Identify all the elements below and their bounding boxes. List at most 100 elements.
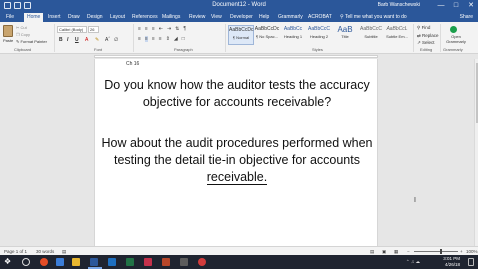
decrease-indent-icon[interactable]: ⇤ bbox=[159, 26, 163, 32]
group-divider bbox=[413, 24, 414, 52]
style-title[interactable]: AaB Title bbox=[332, 25, 358, 45]
style-name: Heading 2 bbox=[309, 34, 329, 39]
style-normal[interactable]: AaBbCcDc ¶ Normal bbox=[228, 25, 254, 45]
grow-font-icon[interactable]: Aˆ bbox=[105, 37, 110, 43]
tell-me-search[interactable]: ⚲ Tell me what you want to do bbox=[340, 13, 407, 22]
tab-view[interactable]: View bbox=[211, 13, 222, 22]
style-subtle-emphasis[interactable]: AaBbCcL Subtle Em... bbox=[384, 25, 410, 45]
tab-acrobat[interactable]: ACROBAT bbox=[308, 13, 332, 22]
clock[interactable]: 3:01 PM 4/26/18 bbox=[443, 256, 460, 267]
tab-design[interactable]: Design bbox=[87, 13, 103, 22]
copy-icon: ❐ bbox=[16, 32, 20, 37]
search-icon: ⚲ bbox=[417, 25, 421, 30]
style-name: Heading 1 bbox=[283, 34, 303, 39]
styles-group-label: Styles bbox=[312, 47, 323, 52]
highlight-icon[interactable]: ✎ bbox=[95, 37, 99, 43]
font-size-dropdown[interactable]: 26 bbox=[88, 26, 99, 33]
tab-draw[interactable]: Draw bbox=[68, 13, 80, 22]
paste-icon[interactable] bbox=[3, 25, 13, 37]
paste-button[interactable]: Paste bbox=[3, 38, 13, 43]
user-name[interactable]: Barb Wanschewski bbox=[378, 2, 420, 8]
italic-button[interactable]: I bbox=[67, 37, 68, 43]
zoom-in-button[interactable]: + bbox=[460, 249, 463, 254]
file-explorer-icon[interactable] bbox=[72, 258, 80, 266]
replace-button[interactable]: ⇄ Replace bbox=[417, 33, 439, 39]
bold-button[interactable]: B bbox=[59, 37, 63, 43]
style-sample: AaBbCcDc bbox=[254, 26, 280, 32]
cut-button[interactable]: ✂ Cut bbox=[16, 25, 27, 30]
style-subtitle[interactable]: AaBbCcC Subtitle bbox=[358, 25, 384, 45]
tab-references[interactable]: References bbox=[132, 13, 158, 22]
style-no-spacing[interactable]: AaBbCcDc ¶ No Spac... bbox=[254, 25, 280, 45]
zoom-level[interactable]: 100% bbox=[466, 249, 478, 254]
bullets-icon[interactable]: ≡ bbox=[138, 26, 141, 32]
copy-button[interactable]: ❐ Copy bbox=[16, 32, 30, 37]
tab-mailings[interactable]: Mailings bbox=[162, 13, 180, 22]
edge-icon[interactable] bbox=[56, 258, 64, 266]
excel-icon[interactable] bbox=[126, 258, 134, 266]
line-spacing-icon[interactable]: ⇕ bbox=[166, 36, 170, 42]
align-center-icon[interactable]: ≡ bbox=[144, 36, 148, 42]
style-name: Title bbox=[341, 34, 349, 39]
tab-file[interactable]: File bbox=[6, 13, 14, 22]
select-button[interactable]: ↗ Select bbox=[417, 40, 435, 46]
powerpoint-icon[interactable] bbox=[162, 258, 170, 266]
borders-icon[interactable]: □ bbox=[182, 36, 185, 42]
increase-indent-icon[interactable]: ⇥ bbox=[167, 26, 171, 32]
style-heading-1[interactable]: AaBbCc Heading 1 bbox=[280, 25, 306, 45]
word-icon[interactable] bbox=[90, 258, 98, 266]
justify-icon[interactable]: ≡ bbox=[159, 36, 162, 42]
ruler-bar[interactable] bbox=[94, 55, 378, 58]
zoom-slider-knob[interactable] bbox=[440, 249, 442, 254]
tab-home[interactable]: Home bbox=[24, 13, 44, 22]
scissors-icon: ✂ bbox=[16, 25, 20, 30]
acrobat-icon[interactable] bbox=[144, 258, 152, 266]
format-painter-button[interactable]: ✎ Format Painter bbox=[16, 39, 47, 44]
clipboard-group-label: Clipboard bbox=[14, 47, 32, 52]
question-1: Do you know how the auditor tests the ac… bbox=[104, 78, 370, 109]
clear-format-icon[interactable]: ∅ bbox=[114, 37, 118, 43]
sort-icon[interactable]: ⇅ bbox=[175, 26, 179, 32]
style-sample: AaBbCcC bbox=[360, 26, 382, 32]
page-count[interactable]: Page 1 of 1 bbox=[4, 249, 27, 254]
media-icon[interactable] bbox=[198, 258, 206, 266]
tab-review[interactable]: Review bbox=[189, 13, 205, 22]
multilevel-icon[interactable]: ≡ bbox=[152, 26, 155, 32]
word-count[interactable]: 30 words bbox=[36, 249, 54, 254]
ribbon-home: Paste ✂ Cut ❐ Copy ✎ Format Painter Clip… bbox=[0, 22, 478, 54]
zoom-slider[interactable] bbox=[414, 251, 458, 252]
align-right-icon[interactable]: ≡ bbox=[152, 36, 155, 42]
numbering-icon[interactable]: ≡ bbox=[145, 26, 148, 32]
vertical-scrollbar[interactable] bbox=[474, 59, 478, 246]
tab-grammarly[interactable]: Grammarly bbox=[278, 13, 303, 22]
chrome-icon[interactable] bbox=[40, 258, 48, 266]
tab-insert[interactable]: Insert bbox=[48, 13, 61, 22]
font-color-icon[interactable]: A bbox=[85, 37, 88, 43]
font-name-dropdown[interactable]: Calibri (Body) bbox=[57, 26, 87, 33]
app-icon[interactable] bbox=[180, 258, 188, 266]
open-grammarly-button[interactable]: Open Grammarly bbox=[442, 34, 470, 44]
tab-help[interactable]: Help bbox=[259, 13, 269, 22]
tab-layout[interactable]: Layout bbox=[110, 13, 125, 22]
underline-button[interactable]: U bbox=[75, 37, 79, 43]
notifications-icon[interactable] bbox=[468, 258, 474, 266]
window-controls: — □ ✕ bbox=[436, 1, 476, 10]
style-heading-2[interactable]: AaBbCcC Heading 2 bbox=[306, 25, 332, 45]
system-tray[interactable]: ⌃ ♫ ☁ bbox=[406, 259, 420, 265]
zoom-out-button[interactable]: − bbox=[407, 249, 410, 254]
windows-start-icon[interactable]: ❖ bbox=[4, 258, 12, 266]
tab-developer[interactable]: Developer bbox=[230, 13, 253, 22]
group-divider bbox=[440, 24, 441, 52]
share-button[interactable]: Share bbox=[460, 13, 473, 22]
grammarly-icon[interactable] bbox=[450, 26, 457, 33]
document-page[interactable]: Ch 16 Do you know how the auditor tests … bbox=[94, 59, 378, 246]
maximize-button[interactable]: □ bbox=[451, 1, 461, 10]
search-icon[interactable] bbox=[22, 258, 30, 266]
close-button[interactable]: ✕ bbox=[466, 1, 476, 10]
pilcrow-icon[interactable]: ¶ bbox=[183, 26, 186, 32]
shading-icon[interactable]: ◢ bbox=[174, 36, 178, 42]
outlook-icon[interactable] bbox=[108, 258, 116, 266]
find-button[interactable]: ⚲ Find bbox=[417, 25, 430, 31]
align-left-icon[interactable]: ≡ bbox=[138, 36, 141, 42]
minimize-button[interactable]: — bbox=[436, 1, 446, 10]
